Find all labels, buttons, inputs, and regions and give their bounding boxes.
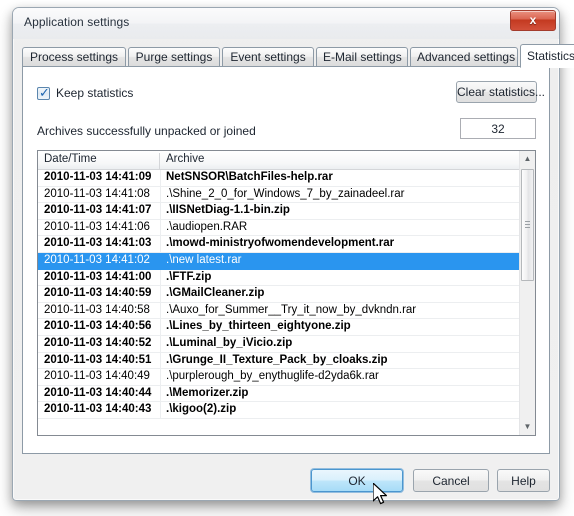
close-button[interactable]: x xyxy=(510,10,556,31)
column-divider xyxy=(160,402,161,418)
table-row[interactable]: 2010-11-03 14:41:06 .\audiopen.RAR xyxy=(38,219,520,237)
column-header-datetime[interactable]: Date/Time xyxy=(38,153,160,170)
cell-datetime: 2010-11-03 14:40:44 xyxy=(44,386,152,399)
cell-datetime: 2010-11-03 14:41:09 xyxy=(44,171,152,183)
cell-datetime: 2010-11-03 14:40:52 xyxy=(44,336,152,349)
column-header-archive[interactable]: Archive xyxy=(160,153,520,170)
tab-event-settings[interactable]: Event settings xyxy=(222,47,314,67)
cell-datetime: 2010-11-03 14:41:07 xyxy=(44,204,152,217)
column-divider xyxy=(160,170,161,186)
column-divider xyxy=(160,286,161,302)
cell-archive: .\audiopen.RAR xyxy=(166,220,248,233)
column-divider xyxy=(160,302,161,319)
statistics-list-view[interactable]: Date/Time Archive 2010-11-03 14:41:09 Net… xyxy=(37,150,536,436)
cell-datetime: 2010-11-03 14:41:03 xyxy=(44,237,152,250)
cancel-button[interactable]: Cancel xyxy=(413,469,489,492)
cell-archive: .\Auxo_for_Summer__Try_it_now_by_dvkndn.… xyxy=(166,303,417,316)
cell-archive: .\GMailCleaner.zip xyxy=(166,287,265,300)
cell-datetime: 2010-11-03 14:40:56 xyxy=(44,320,152,333)
cell-archive: .\Shine_2_0_for_Windows_7_by_zainadeel.r… xyxy=(166,187,405,200)
cell-archive: .\IISNetDiag-1.1-bin.zip xyxy=(166,204,290,217)
title-bar[interactable]: Application settings x xyxy=(13,8,559,39)
tab-statistics[interactable]: Statistics xyxy=(520,44,574,68)
clear-statistics-button[interactable]: Clear statistics... xyxy=(456,81,545,103)
tab-control: Process settings Purge settings Event sett… xyxy=(22,44,574,454)
cell-archive: .\Lines_by_thirteen_eightyone.zip xyxy=(166,320,351,333)
column-divider xyxy=(160,335,161,352)
table-row[interactable]: 2010-11-03 14:40:44 .\Memorizer.zip xyxy=(38,385,520,403)
cell-datetime: 2010-11-03 14:40:43 xyxy=(44,403,152,416)
cell-datetime: 2010-11-03 14:40:59 xyxy=(44,287,152,300)
cell-datetime: 2010-11-03 14:41:00 xyxy=(44,270,152,283)
column-divider xyxy=(160,369,161,385)
chevron-down-icon: ▼ xyxy=(523,422,532,431)
table-row[interactable]: 2010-11-03 14:40:43 .\kigoo(2).zip xyxy=(38,402,520,419)
table-row[interactable]: 2010-11-03 14:41:03 .\mowd-ministryofwome… xyxy=(38,236,520,253)
tab-advanced-settings[interactable]: Advanced settings xyxy=(410,47,518,67)
scrollbar-thumb[interactable] xyxy=(521,169,534,281)
scroll-down-button[interactable]: ▼ xyxy=(520,419,535,435)
cell-datetime: 2010-11-03 14:41:02 xyxy=(44,253,150,266)
keep-statistics-checkbox[interactable]: ✓ xyxy=(37,85,50,100)
tab-purge-settings[interactable]: Purge settings xyxy=(128,47,220,67)
cell-datetime: 2010-11-03 14:40:51 xyxy=(44,353,152,366)
table-row[interactable]: 2010-11-03 14:41:00 .\FTF.zip xyxy=(38,269,520,287)
cell-datetime: 2010-11-03 14:40:49 xyxy=(44,370,150,383)
archives-unpacked-label: Archives successfully unpacked or joined xyxy=(37,124,256,138)
list-vertical-scrollbar[interactable]: ▲ ▼ xyxy=(519,151,535,435)
close-icon: x xyxy=(529,13,537,27)
window-title: Application settings xyxy=(24,15,130,29)
tab-process-settings[interactable]: Process settings xyxy=(22,47,126,67)
cell-archive: NetSNSOR\BatchFiles-help.rar xyxy=(166,171,333,183)
cell-archive: .\mowd-ministryofwomendevelopment.rar xyxy=(166,237,395,250)
table-row[interactable]: 2010-11-03 14:41:02 .\new latest.rar xyxy=(38,252,520,270)
table-row[interactable]: 2010-11-03 14:41:08 .\Shine_2_0_for_Windo… xyxy=(38,186,520,204)
list-header: Date/Time Archive xyxy=(38,151,535,170)
help-button[interactable]: Help xyxy=(497,469,550,492)
table-row[interactable]: 2010-11-03 14:40:56 .\Lines_by_thirteen_e… xyxy=(38,319,520,336)
table-row[interactable]: 2010-11-03 14:40:59 .\GMailCleaner.zip xyxy=(38,286,520,303)
tab-e-mail-settings[interactable]: E-Mail settings xyxy=(316,47,408,67)
cell-datetime: 2010-11-03 14:41:08 xyxy=(44,187,150,200)
archives-unpacked-count: 32 xyxy=(460,118,536,139)
cell-archive: .\FTF.zip xyxy=(166,270,212,283)
checkmark-icon: ✓ xyxy=(39,85,50,100)
list-rows: 2010-11-03 14:41:09 NetSNSOR\BatchFiles-h… xyxy=(38,170,520,435)
cell-archive: .\Memorizer.zip xyxy=(166,386,249,399)
column-divider xyxy=(160,186,161,203)
column-divider xyxy=(160,236,161,252)
tab-strip: Process settings Purge settings Event sett… xyxy=(22,44,574,68)
table-row[interactable]: 2010-11-03 14:40:58 .\Auxo_for_Summer__Tr… xyxy=(38,302,520,320)
column-divider xyxy=(160,219,161,236)
ok-button[interactable]: OK xyxy=(311,469,403,492)
grip-icon xyxy=(525,221,530,229)
table-row[interactable]: 2010-11-03 14:40:51 .\Grunge_II_Texture_P… xyxy=(38,352,520,370)
column-divider xyxy=(160,352,161,369)
scroll-up-button[interactable]: ▲ xyxy=(520,151,535,167)
column-divider xyxy=(160,252,161,269)
cell-datetime: 2010-11-03 14:41:06 xyxy=(44,220,150,233)
table-row[interactable]: 2010-11-03 14:41:09 NetSNSOR\BatchFiles-h… xyxy=(38,170,520,187)
column-divider xyxy=(160,319,161,335)
column-divider xyxy=(160,203,161,219)
application-settings-window: Application settings x Process settings P… xyxy=(12,7,574,505)
table-row[interactable]: 2010-11-03 14:41:07 .\IISNetDiag-1.1-bin.… xyxy=(38,203,520,220)
keep-statistics-label: Keep statistics xyxy=(56,86,134,100)
cell-archive: .\kigoo(2).zip xyxy=(166,403,237,416)
column-divider xyxy=(160,385,161,402)
cell-archive: .\purplerough_by_enythuglife-d2yda6k.rar xyxy=(166,370,379,383)
cell-archive: .\Grunge_II_Texture_Pack_by_cloaks.zip xyxy=(166,353,388,366)
cell-datetime: 2010-11-03 14:40:58 xyxy=(44,303,150,316)
cell-archive: .\Luminal_by_iVicio.zip xyxy=(166,336,293,349)
table-row[interactable]: 2010-11-03 14:40:49 .\purplerough_by_enyt… xyxy=(38,369,520,386)
column-divider xyxy=(160,269,161,286)
table-row[interactable]: 2010-11-03 14:40:52 .\Luminal_by_iVicio.z… xyxy=(38,335,520,353)
tab-panel-statistics: ✓ Keep statistics Clear statistics... Ar… xyxy=(22,66,550,454)
chevron-up-icon: ▲ xyxy=(523,154,532,163)
cell-archive: .\new latest.rar xyxy=(166,253,242,266)
